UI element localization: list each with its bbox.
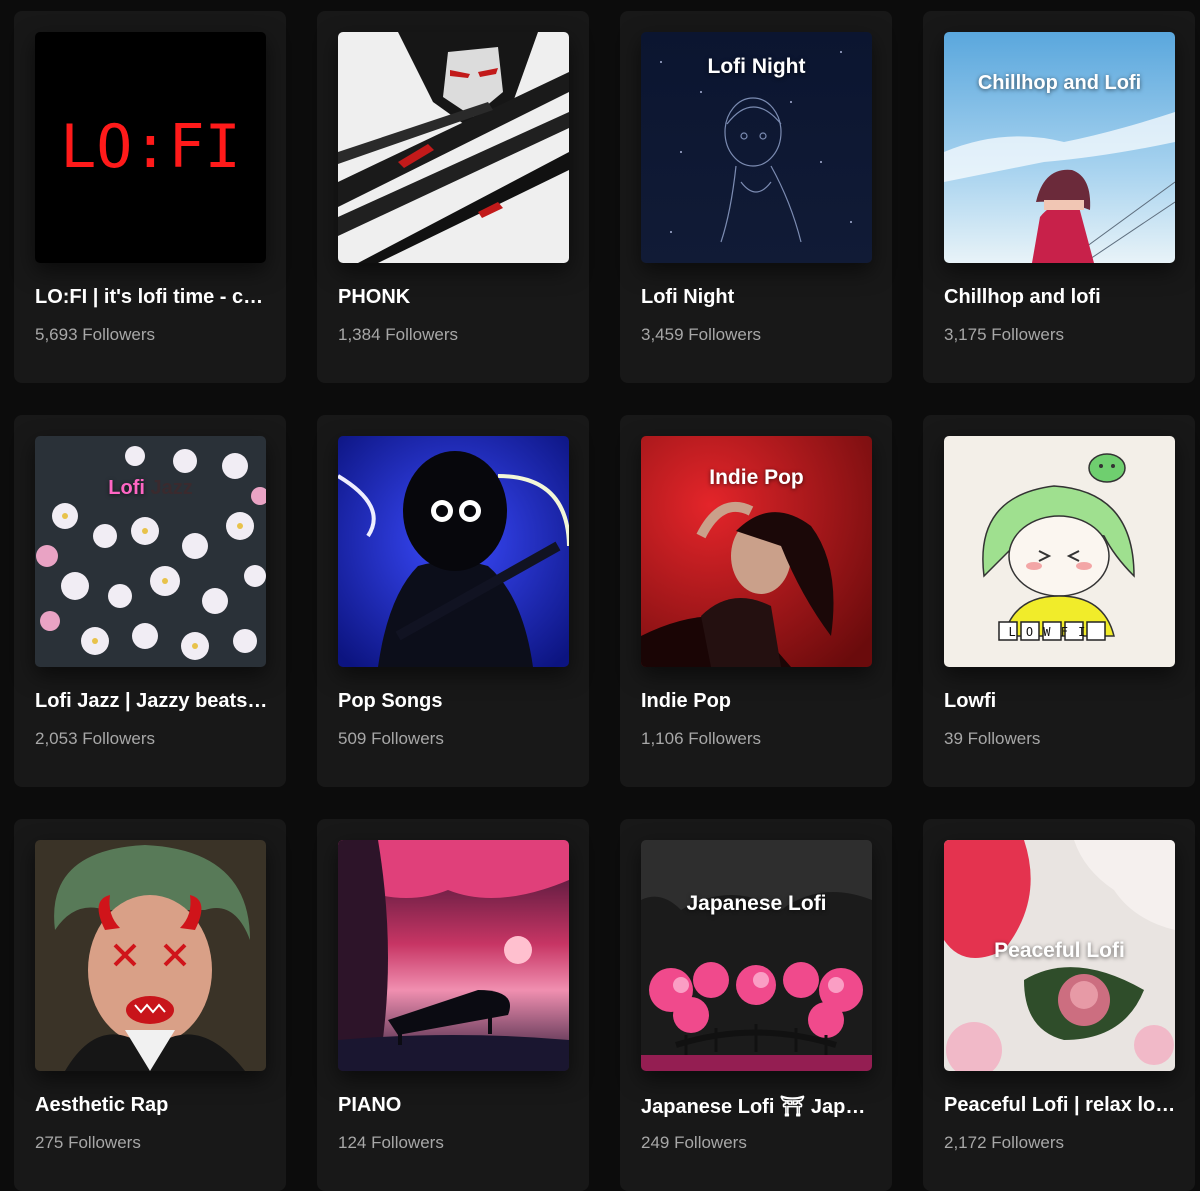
playlist-title[interactable]: LO:FI | it's lofi time - c… bbox=[35, 286, 271, 309]
cover-image: Chillhop and Lofi bbox=[944, 32, 1175, 263]
cover-image: Lofi Night bbox=[641, 32, 872, 263]
cover-image: LOWFI bbox=[944, 436, 1175, 667]
playlist-card-lowfi[interactable]: LOWFI Lowfi 39 Followers bbox=[923, 415, 1195, 787]
cover-image: Japanese Lofi bbox=[641, 840, 872, 1071]
sky-girl-icon bbox=[944, 32, 1175, 263]
playlist-card-aesthetic-rap[interactable]: Aesthetic Rap 275 Followers bbox=[14, 819, 286, 1191]
lofi-clock-icon: LO:FI bbox=[35, 32, 266, 263]
cover-text: LO:FI bbox=[60, 112, 241, 182]
followers-count: 1,384 Followers bbox=[338, 325, 459, 344]
green-hair-girl-icon: LOWFI bbox=[944, 436, 1175, 667]
cover-image bbox=[35, 840, 266, 1071]
playlist-card-piano[interactable]: PIANO 124 Followers bbox=[317, 819, 589, 1191]
cover-title: Japanese Lofi bbox=[686, 892, 827, 915]
piano-sunset-icon bbox=[338, 840, 569, 1071]
cherry-blossom-icon bbox=[35, 436, 266, 667]
playlist-card-japanese-lofi[interactable]: Japanese Lofi Japanese Lofi ⛩ Jap… 249 F… bbox=[620, 819, 892, 1191]
playlist-title[interactable]: Aesthetic Rap bbox=[35, 1094, 271, 1117]
devil-portrait-icon bbox=[35, 840, 266, 1071]
cover-image bbox=[338, 32, 569, 263]
followers-count: 1,106 Followers bbox=[641, 729, 762, 748]
playlist-title[interactable]: Lofi Jazz | Jazzy beats… bbox=[35, 690, 271, 713]
playlist-grid: LO:FI LO:FI | it's lofi time - c… 5,693 … bbox=[0, 0, 1200, 1191]
playlist-title[interactable]: Peaceful Lofi | relax lo… bbox=[944, 1094, 1180, 1117]
cover-image: LO:FI bbox=[35, 32, 266, 263]
samurai-art-icon bbox=[338, 32, 569, 263]
cover-image bbox=[338, 840, 569, 1071]
cover-image: Lofi Jazz bbox=[35, 436, 266, 667]
playlist-title[interactable]: PIANO bbox=[338, 1094, 574, 1117]
playlist-card-chillhop[interactable]: Chillhop and Lofi Chillhop and lofi 3,17… bbox=[923, 11, 1195, 383]
playlist-card-pop-songs[interactable]: Pop Songs 509 Followers bbox=[317, 415, 589, 787]
playlist-title[interactable]: Lowfi bbox=[944, 690, 1180, 713]
followers-count: 3,175 Followers bbox=[944, 325, 1065, 344]
playlist-title[interactable]: Chillhop and lofi bbox=[944, 286, 1180, 309]
followers-count: 3,459 Followers bbox=[641, 325, 762, 344]
cover-title-part: Jazz bbox=[150, 477, 193, 499]
playlist-title[interactable]: Japanese Lofi ⛩ Jap… bbox=[641, 1094, 877, 1119]
followers-count: 124 Followers bbox=[338, 1133, 444, 1152]
playlist-card-phonk[interactable]: PHONK 1,384 Followers bbox=[317, 11, 589, 383]
playlist-card-lofi-time[interactable]: LO:FI LO:FI | it's lofi time - c… 5,693 … bbox=[14, 11, 286, 383]
followers-count: 2,172 Followers bbox=[944, 1133, 1065, 1152]
cover-title: Lofi Jazz bbox=[35, 477, 266, 500]
hooded-guitarist-icon bbox=[338, 436, 569, 667]
playlist-card-peaceful-lofi[interactable]: Peaceful Lofi Peaceful Lofi | relax lo… … bbox=[923, 819, 1195, 1191]
playlist-title[interactable]: Indie Pop bbox=[641, 690, 877, 713]
cover-title: Lofi Night bbox=[707, 55, 806, 78]
followers-count: 39 Followers bbox=[944, 729, 1041, 748]
followers-count: 249 Followers bbox=[641, 1133, 747, 1152]
playlist-title[interactable]: PHONK bbox=[338, 286, 574, 309]
cover-text: LOWFI bbox=[1008, 625, 1095, 639]
playlist-card-lofi-jazz[interactable]: Lofi Jazz Lofi Jazz | Jazzy beats… 2,053… bbox=[14, 415, 286, 787]
followers-count: 275 Followers bbox=[35, 1133, 141, 1152]
followers-count: 5,693 Followers bbox=[35, 325, 156, 344]
followers-count: 2,053 Followers bbox=[35, 729, 156, 748]
cover-title: Indie Pop bbox=[709, 466, 804, 489]
cover-image bbox=[338, 436, 569, 667]
playlist-title[interactable]: Lofi Night bbox=[641, 286, 877, 309]
cover-title-part: Lofi bbox=[108, 477, 145, 499]
followers-count: 509 Followers bbox=[338, 729, 444, 748]
playlist-card-indie-pop[interactable]: Indie Pop Indie Pop 1,106 Followers bbox=[620, 415, 892, 787]
cover-image: Indie Pop bbox=[641, 436, 872, 667]
playlist-card-lofi-night[interactable]: Lofi Night Lofi Night 3,459 Followers bbox=[620, 11, 892, 383]
cover-title: Chillhop and Lofi bbox=[977, 72, 1142, 94]
cover-image: Peaceful Lofi bbox=[944, 840, 1175, 1071]
sakura-bridge-icon bbox=[641, 840, 872, 1071]
playlist-title[interactable]: Pop Songs bbox=[338, 690, 574, 713]
cover-title: Peaceful Lofi bbox=[994, 939, 1125, 962]
